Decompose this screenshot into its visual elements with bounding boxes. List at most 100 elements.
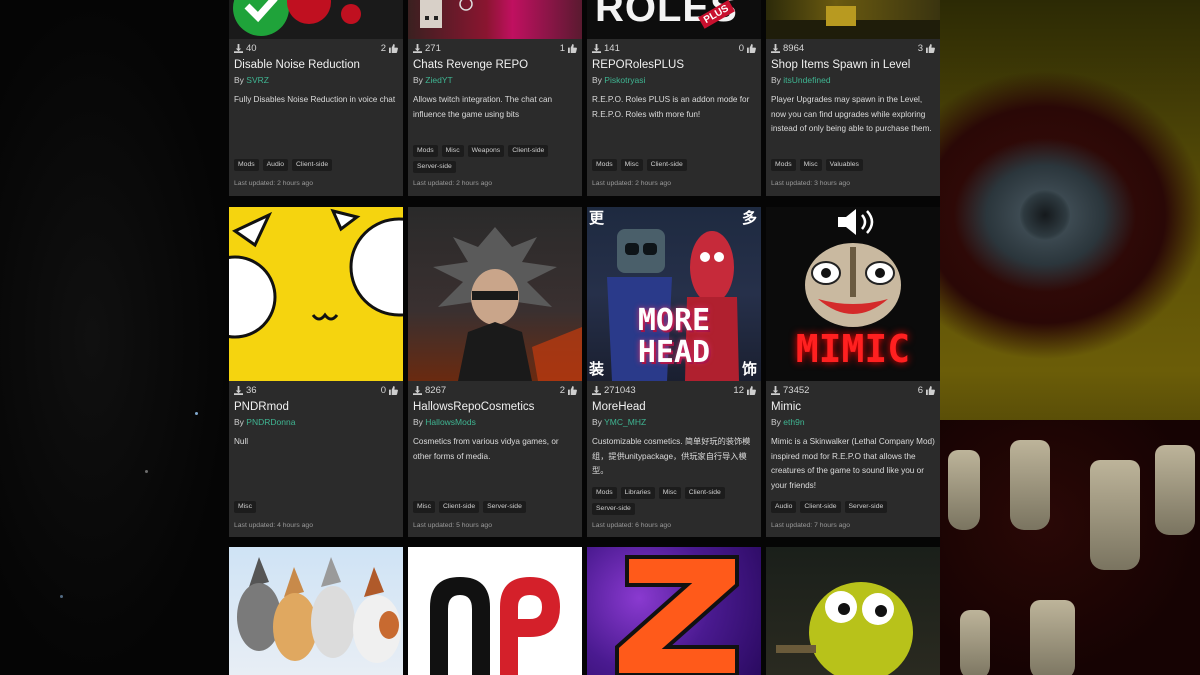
tag-list: Mods Libraries Misc Client-side Server-s… [592, 487, 757, 515]
tag[interactable]: Weapons [467, 145, 505, 157]
downloads-count: 8267 [413, 385, 446, 396]
tag[interactable]: Valuables [825, 159, 863, 171]
mod-card[interactable]: 8267 2 HallowsRepoCosmetics By HallowsMo… [408, 207, 582, 537]
tag[interactable]: Libraries [620, 487, 655, 499]
mod-thumbnail[interactable]: 更 多 装 饰 MORE HEAD [587, 207, 761, 381]
tag[interactable]: Misc [799, 159, 822, 171]
download-icon [413, 386, 422, 395]
tag[interactable]: Mods [592, 487, 617, 499]
mod-title[interactable]: Disable Noise Reduction [234, 59, 360, 71]
tag[interactable]: Client-side [508, 145, 549, 157]
tag[interactable]: Misc [234, 501, 256, 513]
mod-card[interactable]: 271 1 Chats Revenge REPO By ZiedYT Allow… [408, 0, 582, 196]
mod-card[interactable]: MIMIC 73452 6 Mimic By eth9n Mimic is a … [766, 207, 940, 537]
mod-card[interactable]: 36 0 PNDRmod By PNDRDonna Null Misc Last… [229, 207, 403, 537]
mod-thumbnail[interactable] [766, 547, 940, 675]
downloads-count: 8964 [771, 43, 804, 54]
thumbs-up-icon [926, 44, 935, 53]
author-link[interactable]: eth9n [783, 417, 804, 427]
tag[interactable]: Misc [620, 159, 643, 171]
last-updated: Last updated: 6 hours ago [592, 522, 671, 529]
tag[interactable]: Client-side [800, 501, 841, 513]
mod-thumbnail[interactable]: MIMIC [766, 207, 940, 381]
tag[interactable]: Misc [658, 487, 681, 499]
mod-description: Allows twitch integration. The chat can … [413, 95, 553, 119]
mod-thumbnail[interactable] [229, 547, 403, 675]
likes-count[interactable]: 0 [381, 385, 398, 396]
tag[interactable]: Client-side [646, 159, 687, 171]
monster-mouth [940, 420, 1200, 675]
tag[interactable]: Misc [441, 145, 464, 157]
author-link[interactable]: HallowsMods [425, 417, 476, 427]
download-icon [771, 44, 780, 53]
mod-card[interactable]: ROLES PLUS 141 0 REPORolesPLUS By Piskot… [587, 0, 761, 196]
mod-card[interactable]: 40 2 Disable Noise Reduction By SVRZ Ful… [229, 0, 403, 196]
mod-title[interactable]: HallowsRepoCosmetics [413, 401, 534, 413]
likes-count[interactable]: 3 [918, 43, 935, 54]
tag[interactable]: Server-side [483, 501, 526, 513]
thumbs-up-icon [747, 386, 756, 395]
likes-count[interactable]: 2 [560, 385, 577, 396]
mod-thumbnail[interactable]: ROLES PLUS [587, 0, 761, 39]
thumbs-up-icon [568, 44, 577, 53]
mod-title[interactable]: Shop Items Spawn in Level [771, 59, 910, 71]
tag[interactable]: Mods [413, 145, 438, 157]
mod-title[interactable]: REPORolesPLUS [592, 59, 684, 71]
mod-card[interactable]: 8964 3 Shop Items Spawn in Level By itsU… [766, 0, 940, 196]
background-sparkle [60, 595, 63, 598]
likes-count[interactable]: 12 [733, 385, 756, 396]
mod-card[interactable] [408, 547, 582, 675]
thumbnail-cn-char: 多 [741, 209, 757, 227]
mod-thumbnail[interactable] [587, 547, 761, 675]
author-link[interactable]: ZiedYT [425, 75, 452, 85]
last-updated: Last updated: 3 hours ago [771, 180, 850, 187]
last-updated: Last updated: 5 hours ago [413, 522, 492, 529]
tag[interactable]: Mods [771, 159, 796, 171]
mod-author: By HallowsMods [413, 417, 476, 427]
mod-card[interactable]: 更 多 装 饰 MORE HEAD 271043 12 MoreHead By … [587, 207, 761, 537]
mod-title[interactable]: MoreHead [592, 401, 646, 413]
tag[interactable]: Server-side [413, 161, 456, 173]
downloads-count: 141 [592, 43, 620, 54]
tag[interactable]: Server-side [844, 501, 888, 513]
tag[interactable]: Client-side [438, 501, 480, 513]
tag[interactable]: Client-side [292, 159, 333, 171]
mod-title[interactable]: PNDRmod [234, 401, 289, 413]
mod-thumbnail[interactable] [766, 0, 940, 39]
tag[interactable]: Server-side [592, 503, 635, 515]
mod-card[interactable] [229, 547, 403, 675]
downloads-count: 271 [413, 43, 441, 54]
tag[interactable]: Misc [413, 501, 435, 513]
mod-thumbnail[interactable] [408, 207, 582, 381]
last-updated: Last updated: 2 hours ago [413, 180, 492, 187]
mod-thumbnail[interactable] [408, 0, 582, 39]
mod-thumbnail[interactable] [408, 547, 582, 675]
author-link[interactable]: SVRZ [246, 75, 269, 85]
thumbnail-text: MIMIC [795, 327, 911, 371]
mod-description: Mimic is a Skinwalker (Lethal Company Mo… [771, 437, 935, 490]
likes-count[interactable]: 2 [381, 43, 398, 54]
tag[interactable]: Mods [234, 159, 259, 171]
tag[interactable]: Audio [262, 159, 289, 171]
download-icon [592, 386, 601, 395]
mod-title[interactable]: Chats Revenge REPO [413, 59, 528, 71]
tag[interactable]: Mods [592, 159, 617, 171]
mod-card[interactable] [766, 547, 940, 675]
download-icon [413, 44, 422, 53]
author-link[interactable]: Piskotryasi [604, 75, 645, 85]
last-updated: Last updated: 2 hours ago [234, 180, 313, 187]
author-link[interactable]: itsUndefined [783, 75, 830, 85]
author-link[interactable]: PNDRDonna [246, 417, 295, 427]
tag[interactable]: Client-side [684, 487, 725, 499]
likes-count[interactable]: 0 [739, 43, 756, 54]
likes-count[interactable]: 1 [560, 43, 577, 54]
author-link[interactable]: YMC_MHZ [604, 417, 646, 427]
mod-thumbnail[interactable] [229, 207, 403, 381]
likes-count[interactable]: 6 [918, 385, 935, 396]
tag[interactable]: Audio [771, 501, 797, 513]
mod-thumbnail[interactable] [229, 0, 403, 39]
thumbs-up-icon [389, 44, 398, 53]
mod-title[interactable]: Mimic [771, 401, 801, 413]
mod-card[interactable] [587, 547, 761, 675]
last-updated: Last updated: 7 hours ago [771, 522, 850, 529]
